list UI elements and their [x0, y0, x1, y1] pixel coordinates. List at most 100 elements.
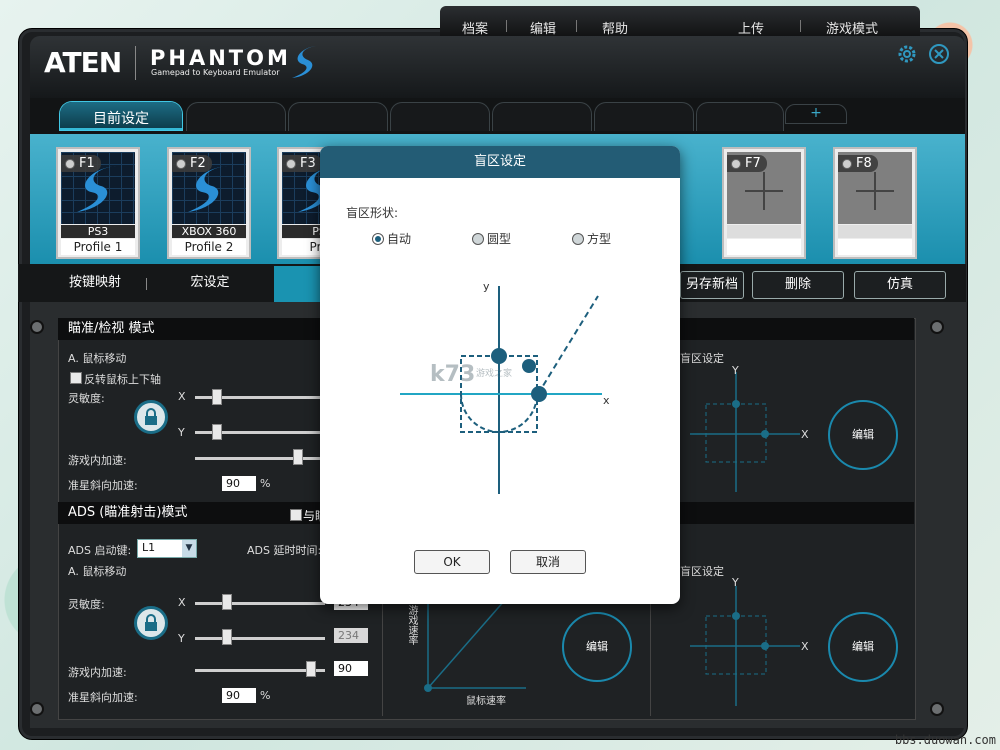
tab-empty[interactable] — [594, 102, 694, 131]
logo-divider — [135, 46, 136, 80]
profile-card-f8[interactable]: F8 — [833, 147, 917, 259]
slider-thumb[interactable] — [222, 629, 232, 645]
deadzone-x-label: X — [801, 640, 809, 653]
watermark-site: k73 — [430, 362, 476, 387]
save-as-button[interactable]: 另存新档 — [680, 271, 744, 299]
sensitivity-label: 灵敏度: — [68, 392, 105, 405]
mouse-move-label: A. 鼠标移动 — [68, 565, 127, 578]
slider-thumb[interactable] — [212, 424, 222, 440]
deadzone-y-label: Y — [732, 576, 739, 589]
tab-key-mapping[interactable]: 按键映射 — [30, 266, 160, 300]
ads-sensitivity-y-slider[interactable] — [195, 637, 325, 640]
profile-card-f7[interactable]: F7 — [722, 147, 806, 259]
lock-axes-button[interactable] — [134, 400, 168, 434]
radio-circle-label: 圆型 — [487, 232, 512, 246]
shape-label: 盲区形状: — [346, 206, 399, 220]
product-tagline: Gamepad to Keyboard Emulator — [151, 68, 280, 77]
y-axis-label: Y — [178, 632, 185, 645]
screw-icon — [30, 320, 44, 334]
edit-deadzone-button[interactable]: 编辑 — [828, 400, 898, 470]
deadzone-y-handle[interactable] — [491, 348, 507, 364]
radio-auto-label: 自动 — [387, 232, 412, 246]
menu-divider — [800, 20, 801, 32]
tab-empty[interactable] — [492, 102, 592, 131]
ads-diag-input[interactable]: 90 — [222, 688, 256, 703]
watermark-corner: bbs.duowan.com — [894, 733, 996, 747]
menu-edit[interactable]: 编辑 — [530, 18, 556, 37]
edit-curve-button[interactable]: 编辑 — [562, 612, 632, 682]
delete-button[interactable]: 删除 — [752, 271, 844, 299]
plus-icon — [856, 172, 894, 210]
invert-y-checkbox[interactable] — [70, 372, 82, 384]
chevron-down-icon: ▼ — [182, 540, 196, 557]
deadzone-x-label: X — [801, 428, 809, 441]
profile-card-f1[interactable]: F1 PS3 Profile 1 — [56, 147, 140, 259]
slider-thumb[interactable] — [222, 594, 232, 610]
deadzone-x-handle[interactable] — [531, 386, 547, 402]
radio-square-label: 方型 — [587, 232, 612, 246]
ads-trigger-select[interactable]: L1 ▼ — [137, 539, 197, 558]
diag-accel-input[interactable]: 90 — [222, 476, 256, 491]
section-header-right — [680, 318, 914, 340]
tab-current-settings[interactable]: 目前设定 — [60, 102, 182, 130]
ingame-accel-label: 游戏内加速: — [68, 666, 127, 679]
mouse-move-label: A. 鼠标移动 — [68, 352, 127, 365]
slider-thumb[interactable] — [293, 449, 303, 465]
profile-name — [727, 239, 801, 255]
plus-icon — [745, 172, 783, 210]
profile-card-f2[interactable]: F2 XBOX 360 Profile 2 — [167, 147, 251, 259]
dialog-title: 盲区设定 — [320, 146, 680, 178]
cancel-button[interactable]: 取消 — [510, 550, 586, 574]
menu-bar: 档案 编辑 帮助 上传 游戏模式 — [440, 6, 920, 37]
invert-y-label: 反转鼠标上下轴 — [84, 373, 161, 386]
radio-circle[interactable] — [472, 233, 484, 245]
tab-current-label: 目前设定 — [93, 111, 149, 127]
profile-platform — [838, 225, 912, 238]
tab-empty[interactable] — [390, 102, 490, 131]
profile-platform: PS3 — [61, 225, 135, 238]
diag-accel-label: 准星斜向加速: — [68, 479, 138, 492]
sensitivity-label: 灵敏度: — [68, 598, 105, 611]
tab-empty[interactable] — [696, 102, 784, 131]
sync-checkbox[interactable] — [290, 509, 302, 521]
tab-empty[interactable] — [288, 102, 388, 131]
menu-divider — [506, 20, 507, 32]
lock-axes-button[interactable] — [134, 606, 168, 640]
x-axis-label: X — [178, 390, 186, 403]
deadzone-editor[interactable] — [398, 280, 608, 500]
settings-gear-icon[interactable] — [896, 43, 918, 65]
ads-trigger-label: ADS 启动键: — [68, 544, 132, 557]
profile-hotkey: F2 — [172, 155, 212, 172]
radio-square[interactable] — [572, 233, 584, 245]
dialog-axis-y-label: y — [483, 280, 490, 293]
profile-hotkey: F8 — [838, 155, 878, 172]
menu-file[interactable]: 档案 — [462, 18, 488, 37]
graph-y-label: 游戏速率 — [406, 605, 417, 645]
ok-button[interactable]: OK — [414, 550, 490, 574]
percent-label: % — [260, 477, 271, 490]
product-name: PHANTOM — [150, 46, 291, 70]
menu-upload[interactable]: 上传 — [738, 18, 764, 37]
tab-macro-settings[interactable]: 宏设定 — [150, 266, 270, 300]
deadzone-diag-handle[interactable] — [522, 359, 536, 373]
add-tab-button[interactable]: + — [785, 104, 847, 124]
menu-game-mode[interactable]: 游戏模式 — [826, 18, 878, 37]
menu-divider — [576, 20, 577, 32]
slider-thumb[interactable] — [212, 389, 222, 405]
radio-auto[interactable] — [372, 233, 384, 245]
profile-hotkey: F7 — [727, 155, 767, 172]
ads-delay-label: ADS 延时时间: — [247, 544, 322, 557]
deadzone-dialog: 盲区设定 盲区形状: 自动 圆型 方型 y x k73 游戏之家 OK 取消 — [320, 146, 680, 604]
tab-empty[interactable] — [186, 102, 286, 131]
menu-help[interactable]: 帮助 — [602, 18, 628, 37]
close-icon[interactable] — [928, 43, 950, 65]
slider-thumb[interactable] — [306, 661, 316, 677]
emulate-button[interactable]: 仿真 — [854, 271, 946, 299]
screw-icon — [930, 320, 944, 334]
diag-accel-label: 准星斜向加速: — [68, 691, 138, 704]
edit-deadzone-button[interactable]: 编辑 — [828, 612, 898, 682]
ads-sensitivity-x-slider[interactable] — [195, 602, 325, 605]
aten-logo: ATEN — [44, 46, 122, 79]
deadzone-y-label: Y — [732, 364, 739, 377]
ads-ingame-input[interactable]: 90 — [334, 661, 368, 676]
